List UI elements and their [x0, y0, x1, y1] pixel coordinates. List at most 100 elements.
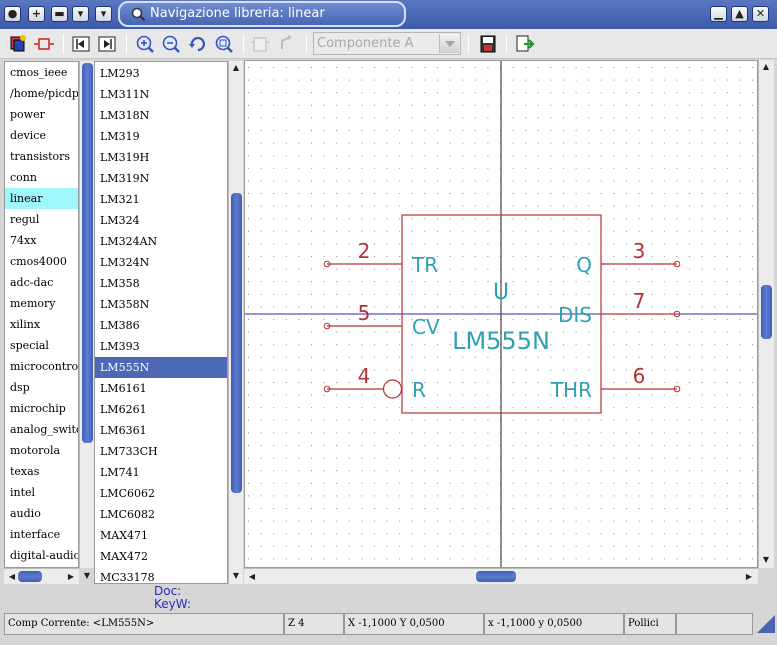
- library-item[interactable]: cmos_ieee: [5, 62, 78, 83]
- scroll-down-icon[interactable]: ▼: [229, 569, 243, 583]
- component-item[interactable]: LM358N: [95, 294, 227, 315]
- scroll-down-icon[interactable]: ▼: [80, 569, 94, 583]
- scroll-right-icon[interactable]: ▶: [64, 570, 78, 584]
- canvas-vscrollbar[interactable]: ▲ ▼: [758, 60, 774, 568]
- insert-icon[interactable]: [514, 33, 536, 55]
- library-list[interactable]: cmos_ieee/home/picdp/Dpowerdevicetransis…: [4, 61, 79, 568]
- component-item[interactable]: LM319H: [95, 147, 227, 168]
- scroll-left-icon[interactable]: ◀: [5, 570, 19, 584]
- schematic-view[interactable]: 2 TR 5 CV 4 R 3 Q 7 DIS 6 THR U LM555N: [245, 61, 757, 567]
- pin-name: Q: [576, 253, 592, 277]
- library-hscrollbar[interactable]: ◀ ▶: [4, 568, 79, 584]
- library-item[interactable]: memory: [5, 293, 78, 314]
- component-selector[interactable]: Componente A: [313, 32, 461, 55]
- part-b-icon[interactable]: [276, 33, 298, 55]
- library-item[interactable]: conn: [5, 167, 78, 188]
- canvas-hscrollbar[interactable]: ◀ ▶: [244, 568, 758, 584]
- minimize-icon[interactable]: ▬: [51, 6, 68, 22]
- redraw-icon[interactable]: [187, 33, 209, 55]
- maximize-window-icon[interactable]: ▲: [731, 6, 748, 22]
- library-item[interactable]: dsp: [5, 377, 78, 398]
- library-item[interactable]: power: [5, 104, 78, 125]
- library-item[interactable]: interface: [5, 524, 78, 545]
- close-window-icon[interactable]: ✕: [752, 6, 769, 22]
- minimize-window-icon[interactable]: ▁: [710, 6, 727, 22]
- component-item[interactable]: LM324: [95, 210, 227, 231]
- part-a-icon[interactable]: [250, 33, 272, 55]
- library-hscroll-thumb[interactable]: [18, 571, 42, 582]
- library-item[interactable]: motorola: [5, 440, 78, 461]
- component-item[interactable]: LM733CH: [95, 441, 227, 462]
- toolbar-separator: [126, 34, 127, 54]
- component-item[interactable]: LM319: [95, 126, 227, 147]
- component-list[interactable]: LM293 LM311N LM318N LM319 LM319H LM319N LM321 L…: [94, 61, 228, 584]
- select-component-icon[interactable]: [33, 33, 55, 55]
- component-item[interactable]: LM324N: [95, 252, 227, 273]
- library-item[interactable]: transistors: [5, 146, 78, 167]
- toolbar-separator: [63, 34, 64, 54]
- zoom-fit-icon[interactable]: [213, 33, 235, 55]
- library-item[interactable]: /home/picdp/D: [5, 83, 78, 104]
- menu-arrow-icon[interactable]: ▾: [95, 6, 112, 22]
- scroll-up-icon[interactable]: ▲: [759, 60, 773, 74]
- library-vscroll-thumb[interactable]: [82, 63, 93, 443]
- component-item[interactable]: LM321: [95, 189, 227, 210]
- component-item[interactable]: LM741: [95, 462, 227, 483]
- library-item[interactable]: microcontroll: [5, 356, 78, 377]
- component-item[interactable]: LM6361: [95, 420, 227, 441]
- library-item[interactable]: device: [5, 125, 78, 146]
- component-item[interactable]: LM393: [95, 336, 227, 357]
- status-absolute-coords: X -1,1000 Y 0,0500: [344, 613, 484, 635]
- scroll-down-icon[interactable]: ▼: [759, 553, 773, 567]
- next-icon[interactable]: [96, 33, 118, 55]
- component-vscrollbar[interactable]: ▲ ▼: [228, 61, 243, 584]
- status-units: Pollici: [624, 613, 676, 635]
- resize-grip-icon[interactable]: [755, 613, 777, 635]
- component-item[interactable]: MAX472: [95, 546, 227, 567]
- component-item[interactable]: LM6261: [95, 399, 227, 420]
- scroll-up-icon[interactable]: ▲: [229, 61, 243, 75]
- library-item[interactable]: adc-dac: [5, 272, 78, 293]
- library-item[interactable]: audio: [5, 503, 78, 524]
- library-item[interactable]: 74xx: [5, 230, 78, 251]
- zoom-in-icon[interactable]: [134, 33, 156, 55]
- component-item[interactable]: LM324AN: [95, 231, 227, 252]
- library-item[interactable]: cmos4000: [5, 251, 78, 272]
- canvas-hscroll-thumb[interactable]: [476, 571, 516, 582]
- scroll-left-icon[interactable]: ◀: [245, 570, 259, 584]
- menu-icon[interactable]: ●: [4, 6, 21, 22]
- select-library-icon[interactable]: [7, 33, 29, 55]
- library-item[interactable]: special: [5, 335, 78, 356]
- library-item[interactable]: intel: [5, 482, 78, 503]
- library-vscrollbar[interactable]: [79, 61, 94, 568]
- component-item[interactable]: LM311N: [95, 84, 227, 105]
- scroll-right-icon[interactable]: ▶: [742, 570, 756, 584]
- component-item[interactable]: MC33178: [95, 567, 227, 583]
- symbol-canvas[interactable]: 2 TR 5 CV 4 R 3 Q 7 DIS 6 THR U LM555N: [244, 60, 758, 568]
- add-icon[interactable]: +: [28, 6, 45, 22]
- component-vscroll-thumb[interactable]: [231, 193, 242, 493]
- library-item[interactable]: regul: [5, 209, 78, 230]
- library-item[interactable]: xilinx: [5, 314, 78, 335]
- canvas-vscroll-thumb[interactable]: [761, 285, 772, 339]
- component-item[interactable]: LM319N: [95, 168, 227, 189]
- library-item[interactable]: texas: [5, 461, 78, 482]
- component-item[interactable]: LM318N: [95, 105, 227, 126]
- library-item[interactable]: digital-audio: [5, 545, 78, 566]
- library-item[interactable]: microchip: [5, 398, 78, 419]
- component-item[interactable]: MAX471: [95, 525, 227, 546]
- shade-icon[interactable]: ▾: [72, 6, 89, 22]
- component-item[interactable]: LM386: [95, 315, 227, 336]
- component-item[interactable]: LM6161: [95, 378, 227, 399]
- component-item[interactable]: LM358: [95, 273, 227, 294]
- component-item[interactable]: LMC6082: [95, 504, 227, 525]
- component-item[interactable]: LM293: [95, 63, 227, 84]
- library-item[interactable]: linear: [5, 188, 78, 209]
- component-item[interactable]: LM555N: [95, 357, 227, 378]
- previous-icon[interactable]: [70, 33, 92, 55]
- library-item[interactable]: analog_switche: [5, 419, 78, 440]
- zoom-out-icon[interactable]: [160, 33, 182, 55]
- component-item[interactable]: LMC6062: [95, 483, 227, 504]
- chevron-down-icon[interactable]: [439, 34, 459, 53]
- export-icon[interactable]: [477, 33, 499, 55]
